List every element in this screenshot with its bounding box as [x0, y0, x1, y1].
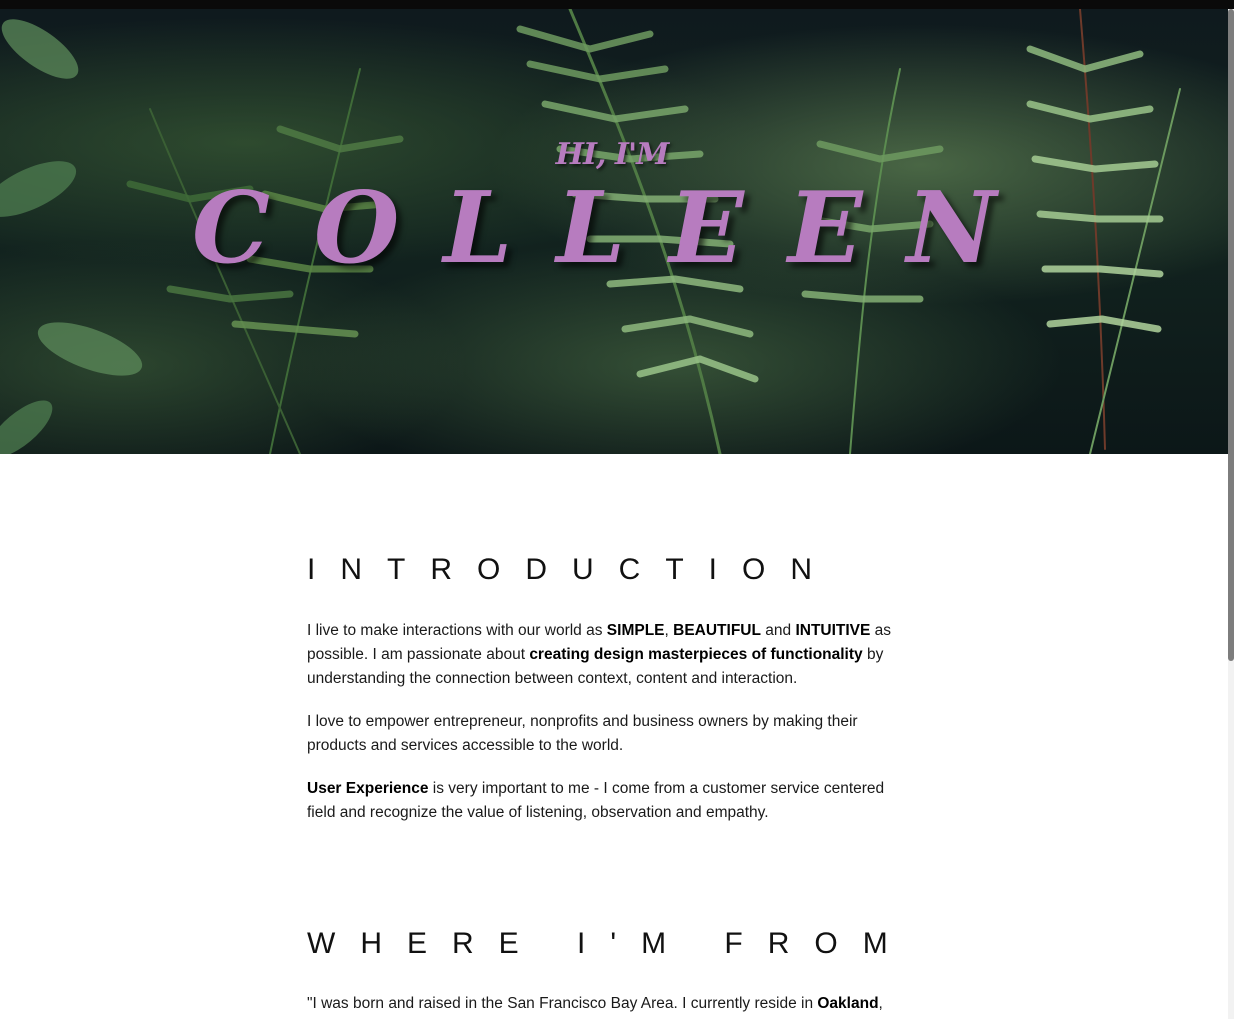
introduction-heading: INTRODUCTION — [307, 553, 837, 586]
where-p1-text-1: "I was born and raised in the San Franci… — [307, 995, 818, 1012]
top-bar — [0, 0, 1234, 9]
where-paragraph-1: "I was born and raised in the San Franci… — [307, 992, 907, 1019]
intro-p1-bold-beautiful: BEAUTIFUL — [673, 622, 761, 639]
hero-name: COLLEEN — [192, 171, 1041, 286]
intro-p1-text-2: , — [664, 622, 674, 639]
where-p1-bold-oakland: Oakland — [817, 995, 879, 1012]
intro-p1-text-3: and — [760, 622, 796, 639]
hero-greeting: HI, I'M — [555, 137, 670, 172]
intro-p1-bold-simple: SIMPLE — [606, 622, 665, 639]
where-from-heading: WHERE I'M FROM — [307, 927, 913, 960]
intro-p1-text-1: I live to make interactions with our wor… — [307, 622, 607, 639]
intro-p1-bold-masterpieces: creating design masterpieces of function… — [529, 646, 863, 663]
intro-p1-bold-intuitive: INTUITIVE — [795, 622, 871, 639]
main-content: INTRODUCTION I live to make interactions… — [307, 548, 907, 1019]
intro-paragraph-1: I live to make interactions with our wor… — [307, 619, 907, 691]
scrollbar-thumb[interactable] — [1228, 9, 1234, 661]
intro-p3-bold-ux: User Experience — [307, 780, 429, 797]
hero-banner: HI, I'M COLLEEN — [0, 9, 1228, 454]
intro-paragraph-2: I love to empower entrepreneur, nonprofi… — [307, 713, 858, 754]
hero-text: HI, I'M COLLEEN — [0, 9, 1228, 454]
intro-paragraph-3: User Experience is very important to me … — [307, 777, 907, 825]
